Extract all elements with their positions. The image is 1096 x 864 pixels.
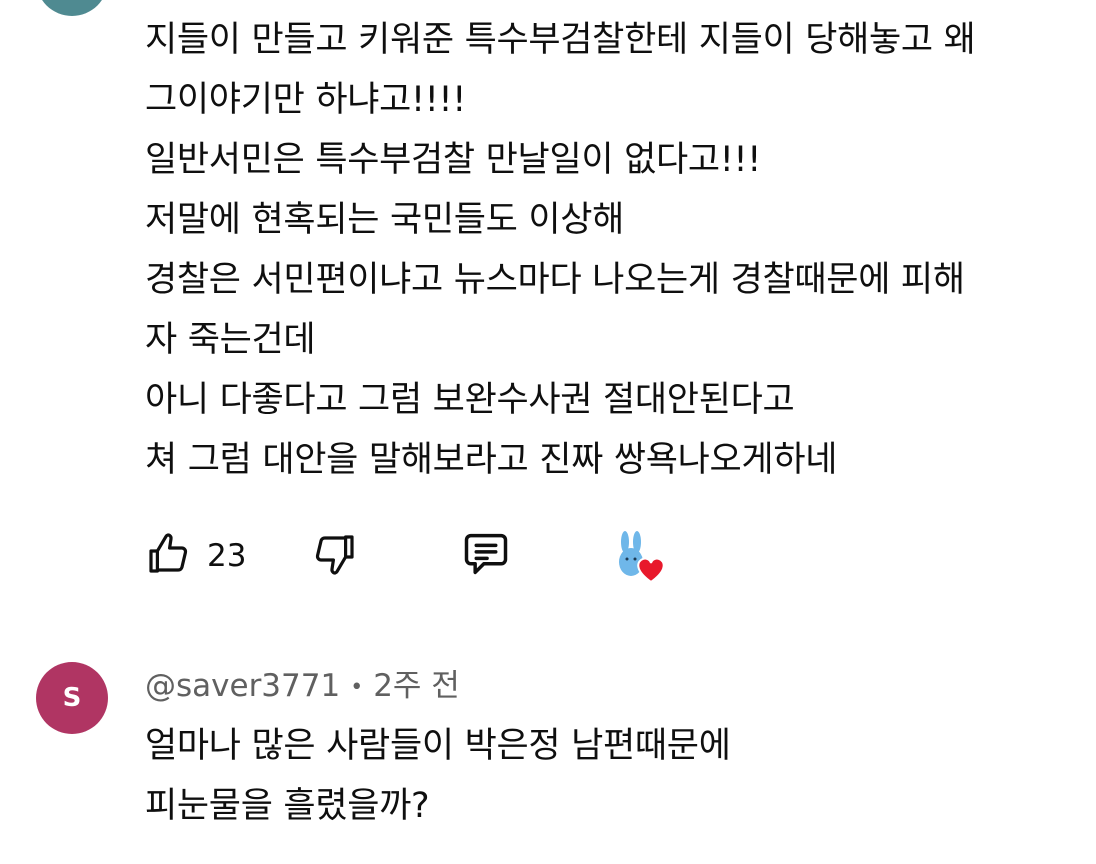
commenter-avatar[interactable]: S <box>36 662 108 734</box>
like-button[interactable]: 23 <box>145 528 246 584</box>
comment-line: 경찰은 서민편이냐고 뉴스마다 나오는게 경찰때문에 피해 <box>145 260 965 300</box>
comment-actions: 23 <box>145 528 745 584</box>
comment-line: 피눈물을 흘렸을까? <box>145 786 430 826</box>
commenter-avatar[interactable] <box>36 0 108 16</box>
comment-line: 자 죽는건데 <box>145 320 316 360</box>
comment-text: 지들이 만들고 키워준 특수부검찰한테 지들이 당해놓고 왜 그이야기만 하냐고… <box>145 10 1090 490</box>
comment-line: 저말에 현혹되는 국민들도 이상해 <box>145 200 625 240</box>
comment-line: 일반서민은 특수부검찰 만날일이 없다고!!! <box>145 140 761 180</box>
comment-icon <box>460 528 512 584</box>
comment-meta: @saver3771 • 2주 전 <box>145 664 460 710</box>
comment-line: 얼마나 많은 사람들이 박은정 남편때문에 <box>145 726 731 766</box>
reply-button[interactable] <box>460 528 512 584</box>
avatar-letter: S <box>62 683 82 713</box>
comment-line: 지들이 만들고 키워준 특수부검찰한테 지들이 당해놓고 왜 <box>145 20 976 60</box>
creator-heart-badge <box>615 530 675 590</box>
comment-line: 그이야기만 하냐고!!!! <box>145 80 466 120</box>
thumbs-down-icon <box>310 530 358 582</box>
comment-line: 쳐 그럼 대안을 말해보라고 진짜 쌍욕나오게하네 <box>145 440 838 480</box>
comment-line: 아니 다좋다고 그럼 보완수사권 절대안된다고 <box>145 380 795 420</box>
meta-separator: • <box>350 674 364 700</box>
comment-time: 2주 전 <box>373 668 460 704</box>
comment-text: 얼마나 많은 사람들이 박은정 남편때문에 피눈물을 흘렸을까? <box>145 716 1090 836</box>
like-count: 23 <box>207 538 247 574</box>
creator-heart-icon <box>615 530 675 590</box>
dislike-button[interactable] <box>310 528 358 584</box>
thumbs-up-icon <box>145 530 193 582</box>
author-handle[interactable]: @saver3771 <box>145 668 340 704</box>
